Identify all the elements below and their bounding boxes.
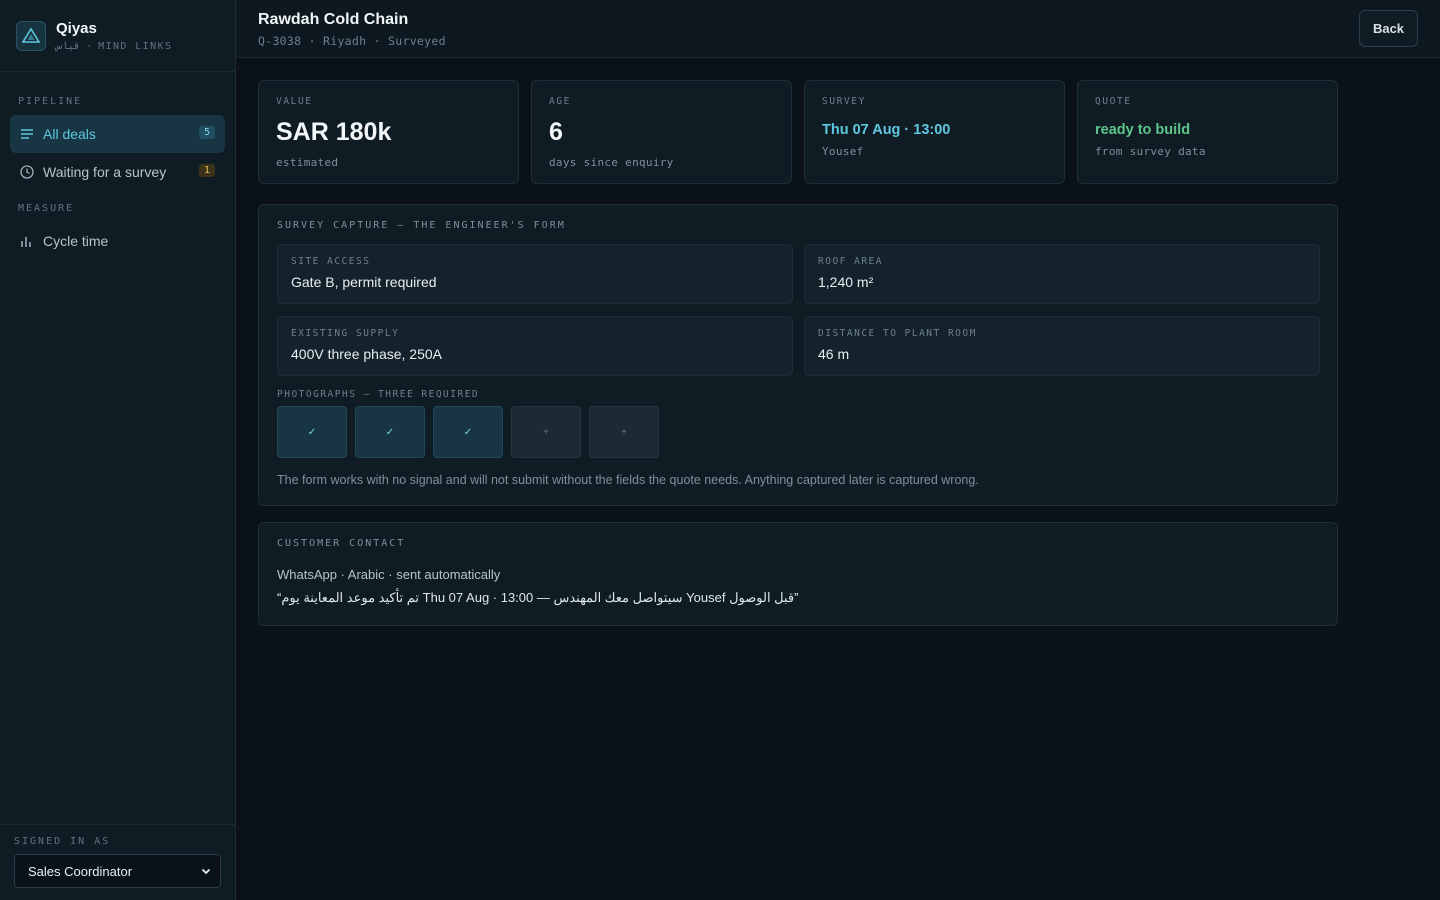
- plus-icon: +: [621, 426, 627, 438]
- field-value: 46 m: [818, 346, 850, 362]
- nav-section-pipeline: PIPELINE: [18, 96, 83, 107]
- field-site-access[interactable]: SITE ACCESS Gate B, permit required: [277, 244, 793, 304]
- stat-card-age: AGE 6 days since enquiry: [531, 80, 792, 184]
- check-icon: ✓: [385, 426, 395, 438]
- nav-section-measure: MEASURE: [18, 203, 75, 214]
- count-badge: 1: [198, 164, 215, 177]
- clock-icon: [20, 165, 34, 179]
- field-label: DISTANCE TO PLANT ROOM: [818, 328, 977, 339]
- plus-icon: +: [543, 426, 549, 438]
- photo-slot-empty[interactable]: +: [511, 406, 581, 458]
- page-title: Rawdah Cold Chain: [258, 11, 409, 28]
- stat-value: SAR 180k: [276, 118, 392, 146]
- bar-chart-icon: [20, 234, 34, 248]
- stat-sub: Yousef: [822, 145, 864, 158]
- sidebar-item-waiting-for-survey[interactable]: Waiting for a survey 1: [10, 153, 225, 191]
- stat-sub: from survey data: [1095, 145, 1206, 158]
- check-icon: ✓: [463, 426, 473, 438]
- field-existing-supply[interactable]: EXISTING SUPPLY 400V three phase, 250A: [277, 316, 793, 376]
- photo-slot[interactable]: ✓: [433, 406, 503, 458]
- sidebar: Qiyas قياس · MIND LINKS PIPELINE All dea…: [0, 0, 236, 900]
- field-label: EXISTING SUPPLY: [291, 328, 400, 339]
- field-value: Gate B, permit required: [291, 274, 437, 290]
- photo-slot[interactable]: ✓: [277, 406, 347, 458]
- count-badge: 5: [198, 126, 215, 139]
- back-button[interactable]: Back: [1359, 10, 1418, 47]
- stat-label: VALUE: [276, 96, 313, 107]
- stat-label: AGE: [549, 96, 571, 107]
- survey-capture-panel: SURVEY CAPTURE — THE ENGINEER'S FORM SIT…: [258, 204, 1338, 506]
- stat-label: SURVEY: [822, 96, 866, 107]
- sidebar-item-label: Cycle time: [43, 233, 109, 249]
- contact-message: “تم تأكيد موعد المعاينة يوم Thu 07 Aug ·…: [277, 590, 799, 605]
- stat-sub: days since enquiry: [549, 156, 674, 169]
- photo-slot-empty[interactable]: +: [589, 406, 659, 458]
- sidebar-item-cycle-time[interactable]: Cycle time: [10, 222, 225, 260]
- signed-in-label: SIGNED IN AS: [14, 836, 111, 847]
- sidebar-item-label: Waiting for a survey: [43, 164, 167, 180]
- stat-value: Thu 07 Aug · 13:00: [822, 122, 951, 138]
- sidebar-item-label: All deals: [43, 126, 96, 142]
- list-icon: [20, 127, 34, 141]
- photo-slot[interactable]: ✓: [355, 406, 425, 458]
- form-note: The form works with no signal and will n…: [277, 473, 979, 487]
- stat-value: ready to build: [1095, 122, 1191, 138]
- field-value: 1,240 m²: [818, 274, 874, 290]
- brand: Qiyas قياس · MIND LINKS: [0, 0, 235, 72]
- stat-card-quote: QUOTE ready to build from survey data: [1077, 80, 1338, 184]
- role-select-value: Sales Coordinator: [28, 863, 133, 879]
- brand-subtitle: قياس · MIND LINKS: [56, 40, 173, 52]
- chevron-down-icon: [200, 865, 212, 880]
- stat-sub: estimated: [276, 156, 339, 169]
- panel-title: CUSTOMER CONTACT: [277, 538, 406, 549]
- stat-card-survey: SURVEY Thu 07 Aug · 13:00 Yousef: [804, 80, 1065, 184]
- panel-title: SURVEY CAPTURE — THE ENGINEER'S FORM: [277, 220, 566, 231]
- field-label: ROOF AREA: [818, 256, 883, 267]
- field-distance-to-plant-room[interactable]: DISTANCE TO PLANT ROOM 46 m: [804, 316, 1320, 376]
- field-roof-area[interactable]: ROOF AREA 1,240 m²: [804, 244, 1320, 304]
- field-label: SITE ACCESS: [291, 256, 371, 267]
- signed-in-panel: SIGNED IN AS Sales Coordinator: [0, 824, 236, 900]
- role-select[interactable]: Sales Coordinator: [14, 854, 221, 888]
- field-value: 400V three phase, 250A: [291, 346, 443, 362]
- contact-channel: WhatsApp · Arabic · sent automatically: [277, 567, 501, 582]
- brand-name: Qiyas: [56, 19, 97, 37]
- deal-meta: Q-3038 · Riyadh · Surveyed: [258, 34, 446, 48]
- customer-contact-panel: CUSTOMER CONTACT WhatsApp · Arabic · sen…: [258, 522, 1338, 626]
- photos-label: PHOTOGRAPHS — THREE REQUIRED: [277, 389, 480, 400]
- check-icon: ✓: [307, 426, 317, 438]
- stat-label: QUOTE: [1095, 96, 1132, 107]
- stat-value: 6: [549, 118, 563, 146]
- topbar: Rawdah Cold Chain Q-3038 · Riyadh · Surv…: [236, 0, 1440, 58]
- sidebar-item-all-deals[interactable]: All deals 5: [10, 115, 225, 153]
- logo-icon: [16, 20, 46, 51]
- stat-card-value: VALUE SAR 180k estimated: [258, 80, 519, 184]
